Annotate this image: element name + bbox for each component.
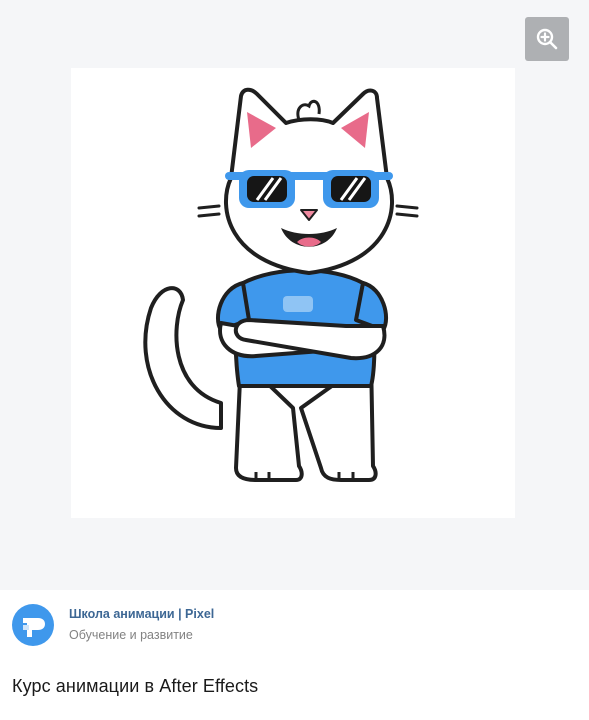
cat-illustration [143,87,419,482]
post-image[interactable] [71,68,515,518]
author-name-link[interactable]: Школа анимации | Pixel [69,607,214,621]
zoom-button[interactable] [525,17,569,61]
author-category: Обучение и развитие [69,628,193,642]
zoom-in-icon [536,28,558,50]
post-title[interactable]: Курс анимации в After Effects [12,676,258,697]
post-media-area [0,0,589,590]
post-author-row: Школа анимации | Pixel Обучение и развит… [0,590,589,660]
author-avatar[interactable] [12,604,54,646]
pixel-logo-icon [23,618,45,637]
